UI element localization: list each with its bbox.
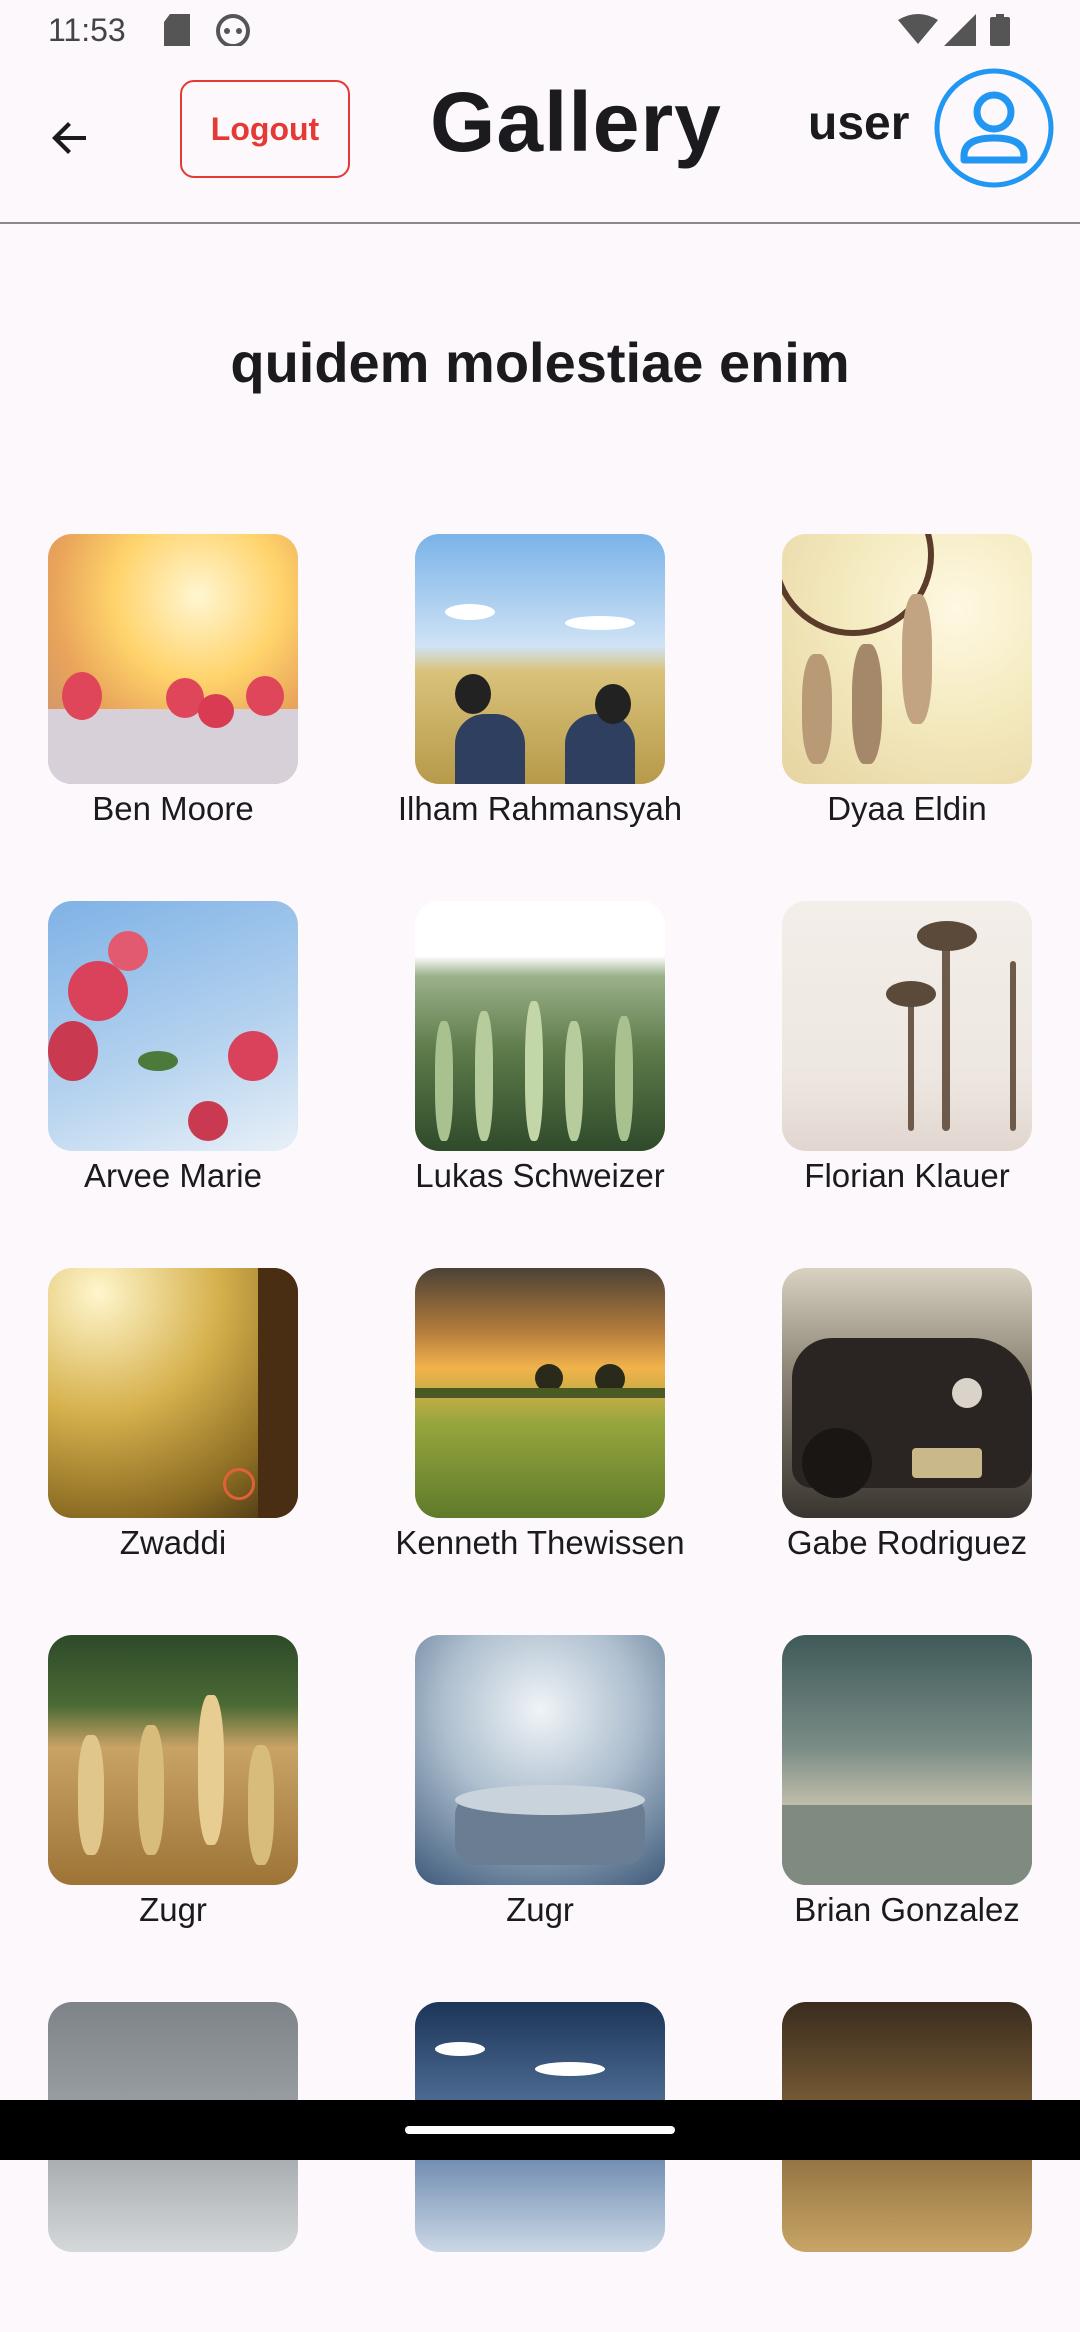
photo-author: Brian Gonzalez — [794, 1891, 1020, 1928]
photo-item[interactable] — [387, 2002, 707, 2332]
photo-author: Ilham Rahmansyah — [397, 790, 683, 827]
photo-item[interactable]: Zugr — [387, 1635, 707, 1965]
photo-author: Florian Klauer — [804, 1157, 1010, 1194]
photo-item[interactable]: Kenneth Thewissen — [387, 1268, 707, 1598]
photo-thumbnail — [415, 901, 665, 1151]
photo-item[interactable]: Zwaddi — [20, 1268, 340, 1598]
photo-thumbnail — [48, 1268, 298, 1518]
photo-item[interactable] — [754, 2002, 1074, 2332]
photo-item[interactable]: Ben Moore — [20, 534, 340, 864]
wifi-icon — [898, 14, 938, 44]
account-circle-icon[interactable] — [934, 68, 1054, 188]
photo-item[interactable] — [20, 2002, 340, 2332]
status-time: 11:53 — [48, 12, 126, 48]
photo-author: Arvee Marie — [84, 1157, 262, 1194]
photo-thumbnail — [782, 534, 1032, 784]
system-navigation-bar — [0, 2100, 1080, 2160]
photo-item[interactable]: Arvee Marie — [20, 901, 340, 1231]
photo-item[interactable]: Dyaa Eldin — [754, 534, 1074, 864]
back-button[interactable] — [32, 100, 108, 176]
photo-author: Lukas Schweizer — [415, 1157, 665, 1194]
photo-thumbnail — [48, 534, 298, 784]
photo-item[interactable]: Lukas Schweizer — [387, 901, 707, 1231]
photo-item[interactable]: Brian Gonzalez — [754, 1635, 1074, 1965]
photo-author: Zugr — [506, 1891, 574, 1928]
photo-item[interactable]: Florian Klauer — [754, 901, 1074, 1231]
android-robot-icon — [216, 14, 250, 46]
photo-item[interactable]: Gabe Rodriguez — [754, 1268, 1074, 1598]
app-bar: Logout Gallery user — [0, 60, 1080, 224]
page-title: Gallery — [430, 75, 722, 169]
sd-card-icon — [164, 14, 190, 46]
home-gesture-handle[interactable] — [405, 2126, 675, 2134]
photo-thumbnail — [782, 901, 1032, 1151]
photo-author: Zugr — [139, 1891, 207, 1928]
photo-thumbnail — [415, 1635, 665, 1885]
signal-icon — [944, 14, 976, 46]
logout-button[interactable]: Logout — [180, 80, 350, 178]
photo-thumbnail — [782, 1635, 1032, 1885]
photo-thumbnail — [415, 1268, 665, 1518]
photo-thumbnail — [48, 901, 298, 1151]
arrow-left-icon — [52, 122, 86, 154]
photo-thumbnail — [415, 534, 665, 784]
status-bar: 11:53 — [0, 0, 1080, 60]
battery-icon — [990, 14, 1010, 46]
photo-item[interactable]: Zugr — [20, 1635, 340, 1965]
user-name-label: user — [808, 97, 910, 150]
photo-author: Ben Moore — [92, 790, 254, 827]
photo-author: Zwaddi — [119, 1524, 227, 1561]
photo-thumbnail — [48, 1635, 298, 1885]
album-title: quidem molestiae enim — [230, 331, 850, 394]
photo-author: Gabe Rodriguez — [786, 1524, 1028, 1561]
photo-author: Kenneth Thewissen — [395, 1524, 685, 1561]
photo-author: Dyaa Eldin — [827, 790, 987, 827]
photo-thumbnail — [782, 1268, 1032, 1518]
photo-item[interactable]: Ilham Rahmansyah — [387, 534, 707, 864]
